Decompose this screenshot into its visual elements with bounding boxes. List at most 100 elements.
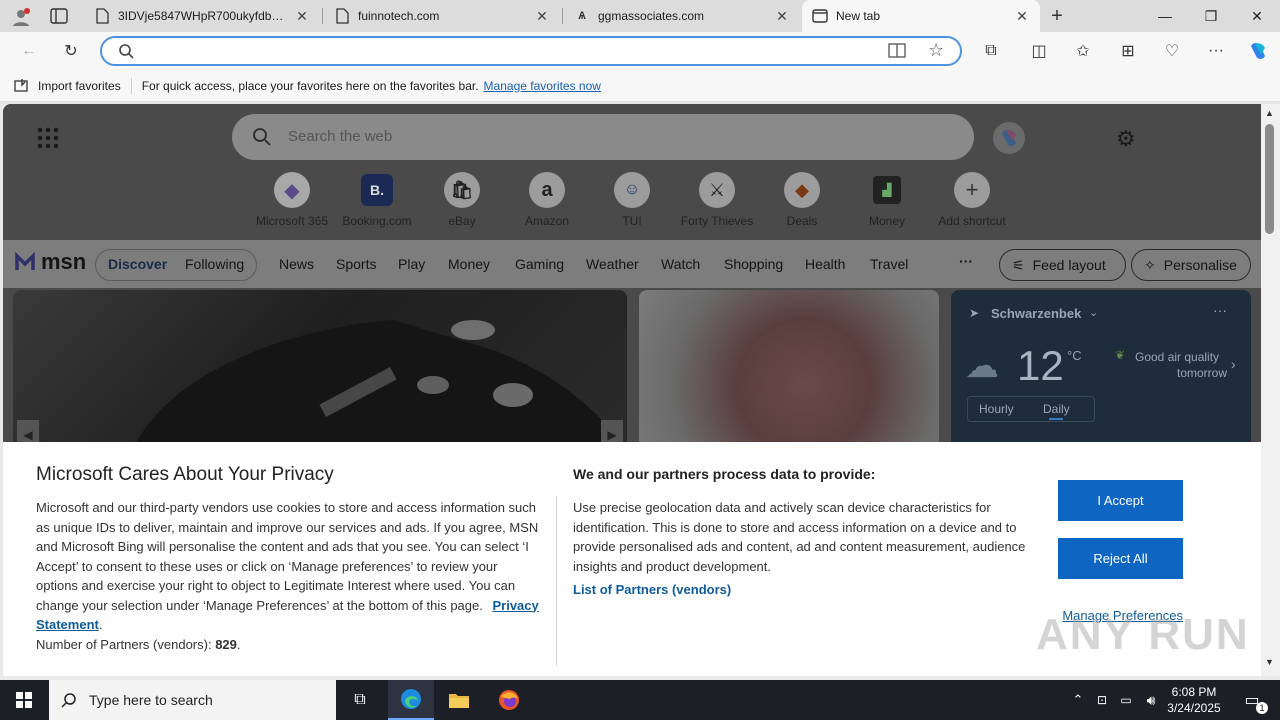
file-explorer-icon[interactable] xyxy=(436,680,482,720)
chevron-right-icon[interactable]: › xyxy=(1231,356,1236,372)
nav-weather[interactable]: Weather xyxy=(586,256,639,272)
hero-card-boot[interactable]: ◀ ▶ xyxy=(13,290,627,450)
split-screen-icon[interactable]: ◫ xyxy=(1024,36,1054,66)
new-tab-button[interactable]: + xyxy=(1046,6,1068,26)
tab-daily[interactable]: Daily xyxy=(1043,402,1070,416)
restore-button[interactable]: ❐ xyxy=(1188,0,1234,32)
shortcut-ebay[interactable]: 🛍 eBay xyxy=(422,172,502,228)
nav-health[interactable]: Health xyxy=(805,256,845,272)
nav-gaming[interactable]: Gaming xyxy=(515,256,564,272)
add-shortcut-button[interactable]: + Add shortcut xyxy=(932,172,1012,228)
tab-separator xyxy=(562,8,563,24)
tab-2[interactable]: Ѧ ggmassociates.com ✕ xyxy=(564,0,800,32)
weather-card[interactable]: ➤ Schwarzenbek ⌄ ··· ☁ 12 °C ❦ Good air … xyxy=(951,290,1251,450)
list-of-partners-link[interactable]: List of Partners (vendors) xyxy=(573,582,731,597)
close-icon[interactable]: ✕ xyxy=(534,8,550,25)
personalise-label: Personalise xyxy=(1163,257,1237,273)
tab-3[interactable]: New tab ✕ xyxy=(802,0,1040,32)
shortcut-money[interactable]: ▟ Money xyxy=(847,172,927,228)
nav-play[interactable]: Play xyxy=(398,256,425,272)
nav-money[interactable]: Money xyxy=(448,256,490,272)
copilot-icon[interactable] xyxy=(1243,36,1273,66)
new-tab-icon xyxy=(812,8,828,24)
nav-more-button[interactable]: ··· xyxy=(959,253,973,269)
tab-title: ggmassociates.com xyxy=(598,9,705,23)
more-options-icon[interactable]: ··· xyxy=(1201,36,1231,66)
booking-icon: B. xyxy=(361,174,393,206)
device-icon[interactable]: ⊡ xyxy=(1092,680,1112,720)
tab-1[interactable]: fuinnotech.com ✕ xyxy=(324,0,560,32)
address-input[interactable] xyxy=(146,42,846,60)
weather-location[interactable]: Schwarzenbek xyxy=(991,306,1081,321)
performance-icon[interactable]: ♡ xyxy=(1157,36,1187,66)
tab-0[interactable]: 3IDVje5847WHpR700ukyfdbeffI70 ✕ xyxy=(84,0,320,32)
extensions-icon[interactable]: ⧉ xyxy=(976,36,1006,66)
import-favorites-button[interactable]: Import favorites xyxy=(38,79,121,93)
ntp-search-box[interactable]: Search the web xyxy=(232,114,974,160)
clock[interactable]: 6:08 PM 3/24/2025 xyxy=(1164,680,1224,720)
msn-logo[interactable]: msn xyxy=(15,249,86,275)
taskbar-search-box[interactable]: Type here to search xyxy=(49,680,336,720)
shortcut-forty-thieves[interactable]: ⚔ Forty Thieves xyxy=(677,172,757,228)
shortcut-deals[interactable]: ◆ Deals xyxy=(762,172,842,228)
new-tab-page: Search the web ⚙ ◆ Microsoft 365 B. Book… xyxy=(3,104,1261,676)
reject-all-button[interactable]: Reject All xyxy=(1058,538,1183,579)
nav-watch[interactable]: Watch xyxy=(661,256,700,272)
hero-card-secondary[interactable] xyxy=(639,290,939,450)
chevron-down-icon[interactable]: ⌄ xyxy=(1089,306,1098,319)
nav-travel[interactable]: Travel xyxy=(870,256,908,272)
feed-layout-button[interactable]: ⚟ Feed layout xyxy=(999,249,1126,281)
tab-discover[interactable]: Discover xyxy=(108,256,167,272)
scroll-up-arrow[interactable]: ▲ xyxy=(1265,108,1274,118)
shortcut-amazon[interactable]: a Amazon xyxy=(507,172,587,228)
volume-icon[interactable]: 🔊︎ xyxy=(1140,680,1162,720)
taskbar-search-placeholder: Type here to search xyxy=(89,692,213,708)
firefox-icon[interactable] xyxy=(486,680,532,720)
shortcut-tui[interactable]: ☺ TUI xyxy=(592,172,672,228)
tab-following[interactable]: Following xyxy=(185,256,244,272)
nav-sports[interactable]: Sports xyxy=(336,256,376,272)
manage-favorites-link[interactable]: Manage favorites now xyxy=(484,79,601,93)
partners-count: 829 xyxy=(215,636,237,652)
consent-title: Microsoft Cares About Your Privacy xyxy=(36,464,334,485)
scroll-down-arrow[interactable]: ▼ xyxy=(1265,657,1274,667)
close-icon[interactable]: ✕ xyxy=(1014,8,1030,25)
shortcut-booking[interactable]: B. Booking.com xyxy=(337,172,417,228)
more-options-icon[interactable]: ··· xyxy=(1213,302,1227,318)
personalise-button[interactable]: ✧ Personalise xyxy=(1131,249,1251,281)
notifications-button[interactable]: ▭ 1 xyxy=(1232,680,1272,720)
shortcut-microsoft-365[interactable]: ◆ Microsoft 365 xyxy=(252,172,332,228)
consent-body: Microsoft and our third-party vendors us… xyxy=(36,498,542,654)
swords-icon: ⚔ xyxy=(699,172,735,208)
close-icon[interactable]: ✕ xyxy=(774,8,790,25)
page-scrollbar[interactable]: ▲ ▼ xyxy=(1261,104,1280,676)
apps-launcher-icon[interactable] xyxy=(37,127,59,149)
tag-icon: ◆ xyxy=(784,172,820,208)
notification-count: 1 xyxy=(1256,702,1268,714)
shortcut-label: Microsoft 365 xyxy=(255,214,329,228)
minimize-button[interactable]: — xyxy=(1142,0,1188,32)
show-hidden-icons[interactable]: ⌃ xyxy=(1068,680,1088,720)
network-icon[interactable]: ▭ xyxy=(1116,680,1136,720)
scroll-thumb[interactable] xyxy=(1265,124,1274,234)
immersive-reader-icon[interactable] xyxy=(888,43,906,62)
task-view-icon[interactable]: ⧉ xyxy=(340,680,380,720)
back-button[interactable]: ← xyxy=(14,36,44,66)
tab-hourly[interactable]: Hourly xyxy=(979,402,1014,416)
tab-actions-icon[interactable] xyxy=(50,8,68,24)
copilot-icon[interactable] xyxy=(993,122,1025,154)
accept-button[interactable]: I Accept xyxy=(1058,480,1183,521)
collections-icon[interactable]: ⊞ xyxy=(1113,36,1143,66)
favorites-icon[interactable]: ✩ xyxy=(1068,36,1098,66)
start-button[interactable] xyxy=(0,680,48,720)
nav-news[interactable]: News xyxy=(279,256,314,272)
close-icon[interactable]: ✕ xyxy=(294,8,310,25)
profile-icon[interactable] xyxy=(10,6,32,28)
refresh-button[interactable]: ↻ xyxy=(56,36,86,66)
edge-taskbar-icon[interactable] xyxy=(388,680,434,720)
settings-gear-icon[interactable]: ⚙ xyxy=(1116,126,1136,152)
close-window-button[interactable]: ✕ xyxy=(1234,0,1280,32)
nav-shopping[interactable]: Shopping xyxy=(724,256,783,272)
address-bar[interactable]: ☆ xyxy=(100,36,962,66)
favorite-star-icon[interactable]: ☆ xyxy=(928,40,944,61)
